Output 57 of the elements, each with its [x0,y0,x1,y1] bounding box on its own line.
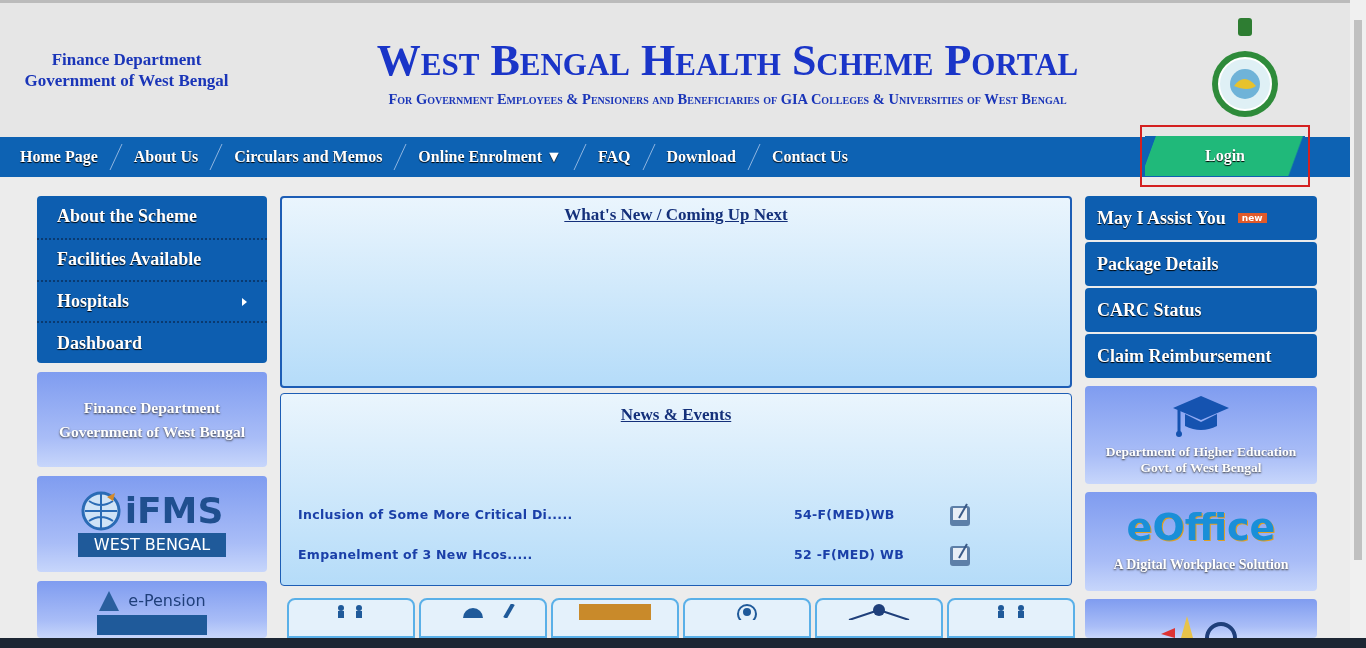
nav-link[interactable]: Online Enrolment ▼ [418,145,562,169]
nav-link[interactable]: About Us [133,145,199,169]
news-link[interactable]: Inclusion of Some More Critical Di..... [298,505,794,525]
panel-title-link[interactable]: What's New / Coming Up Next [564,202,788,228]
menu-label: Package Details [1097,252,1219,276]
eoffice-logo-text: eOffice [1126,508,1276,546]
gem-card[interactable] [1085,598,1317,638]
nav-link[interactable]: Download [666,145,736,169]
nav-link[interactable]: Contact Us [771,145,848,169]
document-icon[interactable] [949,503,973,527]
shortcut-tile[interactable] [419,598,547,638]
e-pension-logo-text: e-Pension [128,589,206,612]
menu-label: Facilities Available [57,248,202,272]
menu-label: Dashboard [57,331,143,355]
card-text: Department of Higher Education [1105,444,1297,461]
side-menu-item[interactable]: About the Scheme [37,196,267,238]
circular-number: 54-F(MED)WB [794,505,896,524]
quick-link[interactable]: May I Assist You new [1085,196,1317,240]
card-text: Government of West Bengal [58,421,246,442]
shortcut-tile[interactable] [947,598,1075,638]
department-name: Government of West Bengal [24,70,229,91]
scrollbar[interactable] [1350,0,1366,638]
department-name: Finance Department [51,49,202,70]
document-icon[interactable] [949,543,973,567]
nav-link[interactable]: Circulars and Memos [234,145,383,169]
menu-label: CARC Status [1097,298,1202,322]
ifms-band: WEST BENGAL [77,533,227,557]
nav-link[interactable]: Home Page [20,145,98,169]
card-text: Govt. of West Bengal [1140,460,1262,477]
shortcut-tile[interactable] [551,598,679,638]
card-text: Finance Department [83,397,221,418]
card-caption: A Digital Workplace Solution [1113,556,1289,574]
menu-label: Claim Reimbursement [1097,344,1272,368]
portal-title: West Bengal Health Scheme Portal [376,37,1079,86]
ifms-logo-text: iFMS [124,493,224,529]
menu-label: Hospitals [57,290,130,314]
quick-link[interactable]: Package Details [1085,242,1317,286]
menu-label: About the Scheme [57,205,197,229]
globe-icon [80,491,121,531]
e-pension-card[interactable]: e-Pension [37,580,267,638]
quick-link[interactable]: Claim Reimbursement [1085,334,1317,378]
quick-link[interactable]: CARC Status [1085,288,1317,332]
panel-title-link[interactable]: News & Events [620,402,732,428]
side-menu-item[interactable]: Dashboard [37,321,267,364]
side-menu-item[interactable]: Facilities Available [37,237,267,280]
menu-label: May I Assist You [1097,206,1226,230]
portal-subtitle: For Government Employees & Pensioners and Beneficiaries of GIA Colleges & Universities of West Bengal [388,90,1067,110]
pyramid-icon [98,589,121,612]
shortcut-tile[interactable] [815,598,943,638]
new-badge: new [1237,213,1267,223]
circular-number: 52 -F(MED) WB [794,545,905,564]
shortcut-tile[interactable] [683,598,811,638]
ifms-card[interactable]: iFMS WEST BENGAL [37,476,267,572]
news-link[interactable]: Empanelment of 3 New Hcos..... [298,545,794,565]
nav-link[interactable]: FAQ [597,145,631,169]
side-menu-item[interactable]: Hospitals [37,279,267,322]
shortcut-tile[interactable] [287,598,415,638]
